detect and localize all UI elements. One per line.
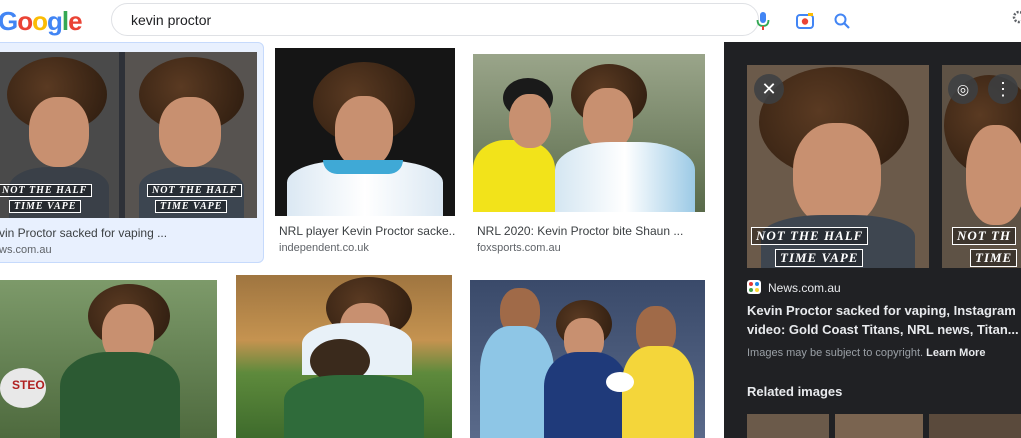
result-source[interactable]: foxsports.com.au	[477, 242, 561, 254]
result-caption[interactable]: vin Proctor sacked for vaping ...	[0, 226, 257, 240]
google-logo[interactable]: Google	[0, 6, 83, 37]
result-thumbnail[interactable]	[470, 280, 705, 438]
image-result[interactable]: NRL 2020: Kevin Proctor bite Shaun ... f…	[473, 54, 705, 258]
more-vert-icon[interactable]: ⋮	[988, 74, 1018, 104]
panel-title[interactable]: Kevin Proctor sacked for vaping, Instagr…	[747, 301, 1021, 339]
logo-letter: e	[68, 6, 83, 36]
copyright-text: Images may be subject to copyright.	[747, 347, 924, 359]
related-image[interactable]	[747, 414, 829, 438]
close-icon[interactable]: ✕	[754, 74, 784, 104]
result-thumbnail[interactable]	[473, 54, 705, 212]
result-caption[interactable]: NRL 2020: Kevin Proctor bite Shaun ...	[477, 224, 705, 238]
learn-more-link[interactable]: Learn More	[926, 347, 985, 359]
result-thumbnail[interactable]: NOT THE HALF TIME VAPE NOT THE HALF TIME…	[0, 52, 257, 218]
related-image[interactable]	[835, 414, 923, 438]
image-result[interactable]: NOT THE HALF TIME VAPE NOT THE HALF TIME…	[0, 42, 264, 263]
camera-lens-icon[interactable]	[796, 13, 814, 29]
logo-letter: o	[17, 6, 33, 36]
result-thumbnail[interactable]	[236, 275, 452, 438]
mic-icon[interactable]	[756, 12, 770, 30]
related-images-heading: Related images	[747, 384, 843, 399]
copyright-notice: Images may be subject to copyright. Lear…	[747, 347, 985, 359]
lens-icon[interactable]: ◎	[948, 74, 978, 104]
result-thumbnail[interactable]: STEO	[0, 280, 217, 438]
image-result[interactable]	[236, 275, 452, 438]
overlay-text: NOT THE HALF	[751, 227, 869, 245]
result-source[interactable]: independent.co.uk	[279, 242, 369, 254]
overlay-text: NOT THE HALF	[147, 184, 243, 197]
image-preview-panel: NOT THE HALF TIME VAPE NOT TH TIME ✕ ◎ ⋮…	[724, 42, 1021, 438]
overlay-text: TIME	[970, 249, 1018, 267]
related-image[interactable]	[929, 414, 1021, 438]
result-thumbnail[interactable]	[275, 48, 455, 216]
overlay-text: NOT THE HALF	[0, 184, 93, 197]
image-result[interactable]: NRL player Kevin Proctor sacke... indepe…	[275, 48, 455, 258]
logo-letter: G	[0, 6, 18, 36]
overlay-text: TIME VAPE	[775, 249, 864, 267]
result-source[interactable]: ws.com.au	[0, 244, 52, 256]
search-bar[interactable]: kevin proctor	[111, 3, 850, 36]
image-result[interactable]	[470, 280, 705, 438]
search-input[interactable]: kevin proctor	[131, 12, 211, 28]
settings-icon[interactable]	[1012, 10, 1021, 24]
source-favicon	[747, 280, 761, 294]
panel-source[interactable]: News.com.au	[768, 281, 841, 295]
overlay-text: TIME VAPE	[9, 200, 82, 213]
logo-letter: g	[47, 6, 63, 36]
overlay-text: NOT TH	[952, 227, 1017, 245]
search-icon[interactable]	[834, 13, 850, 29]
google-images-page: Google kevin proctor NOT THE HALF TIME V…	[0, 0, 1021, 438]
image-result[interactable]: STEO	[0, 280, 217, 438]
result-caption[interactable]: NRL player Kevin Proctor sacke...	[279, 224, 455, 238]
logo-letter: o	[32, 6, 48, 36]
overlay-text: TIME VAPE	[155, 200, 228, 213]
